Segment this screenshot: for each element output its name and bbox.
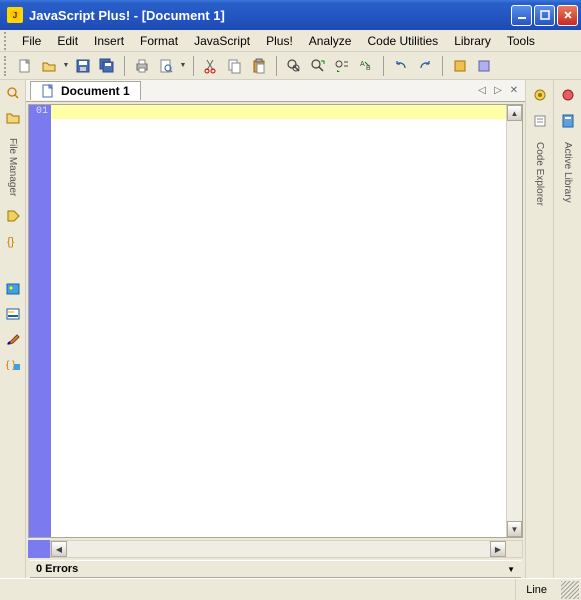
redo-button[interactable] [414, 55, 436, 77]
editor: 01 ▲ ▼ [28, 104, 523, 538]
left-tool-image-icon[interactable] [2, 278, 24, 300]
code-explorer-label[interactable]: Code Explorer [532, 140, 547, 208]
file-manager-label[interactable]: File Manager [5, 136, 20, 198]
document-icon [41, 84, 55, 98]
line-number: 01 [29, 106, 48, 117]
tab-label: Document 1 [61, 84, 130, 98]
tab-next-button[interactable]: ▷ [491, 84, 505, 98]
scroll-right-button[interactable]: ▶ [490, 541, 506, 557]
menu-library[interactable]: Library [446, 32, 499, 50]
left-tool-code-icon[interactable]: { } [2, 353, 24, 375]
editor-content[interactable] [51, 105, 506, 537]
scroll-left-button[interactable]: ◀ [51, 541, 67, 557]
left-tool-form-icon[interactable] [2, 303, 24, 325]
resize-grip[interactable] [561, 581, 579, 599]
minimize-button[interactable] [511, 5, 532, 26]
menu-tools[interactable]: Tools [499, 32, 543, 50]
statusbar: Line [0, 578, 581, 600]
tab-document-1[interactable]: Document 1 [30, 81, 141, 100]
menu-analyze[interactable]: Analyze [301, 32, 360, 50]
tool-button-2[interactable] [473, 55, 495, 77]
paste-button[interactable] [248, 55, 270, 77]
file-manager-icon[interactable] [2, 107, 24, 129]
cut-button[interactable] [200, 55, 222, 77]
new-file-button[interactable] [14, 55, 36, 77]
left-tool-braces-icon[interactable]: {} [2, 230, 24, 252]
errors-bar[interactable]: 0 Errors ▼ [30, 560, 521, 578]
current-line-highlight [51, 105, 506, 119]
find-next-button[interactable] [307, 55, 329, 77]
tab-prev-button[interactable]: ◁ [475, 84, 489, 98]
left-tool-brush-icon[interactable] [2, 328, 24, 350]
vertical-scrollbar[interactable]: ▲ ▼ [506, 105, 522, 537]
save-all-button[interactable] [96, 55, 118, 77]
replace-button[interactable] [331, 55, 353, 77]
close-button[interactable] [557, 5, 578, 26]
svg-text:A: A [360, 61, 365, 68]
code-explorer-icon-2[interactable] [529, 110, 551, 132]
errors-dropdown-icon[interactable]: ▼ [507, 565, 515, 574]
replace-all-button[interactable]: AB [355, 55, 377, 77]
active-library-label[interactable]: Active Library [560, 140, 575, 205]
scroll-track[interactable] [507, 121, 522, 521]
menu-edit[interactable]: Edit [49, 32, 86, 50]
toolbar-grip[interactable] [4, 56, 10, 76]
tab-close-button[interactable]: ✕ [507, 84, 521, 98]
active-library-icon-2[interactable] [557, 110, 579, 132]
scroll-up-button[interactable]: ▲ [507, 105, 522, 121]
preview-dropdown[interactable]: ▼ [179, 62, 187, 69]
undo-button[interactable] [390, 55, 412, 77]
window-titlebar: J JavaScript Plus! - [Document 1] [0, 0, 581, 30]
active-library-icon-1[interactable] [557, 84, 579, 106]
menu-plus[interactable]: Plus! [258, 32, 301, 50]
menu-insert[interactable]: Insert [86, 32, 132, 50]
right-sidebar-code-explorer: Code Explorer [525, 80, 553, 578]
menu-javascript[interactable]: JavaScript [186, 32, 258, 50]
left-sidebar: File Manager {} { } [0, 80, 26, 578]
svg-text:{}: {} [7, 236, 15, 248]
document-area: Document 1 ◁ ▷ ✕ 01 ▲ ▼ ◀ [26, 80, 525, 578]
scroll-down-button[interactable]: ▼ [507, 521, 522, 537]
copy-button[interactable] [224, 55, 246, 77]
open-file-button[interactable] [38, 55, 60, 77]
svg-text:J: J [13, 11, 17, 20]
tool-button-1[interactable] [449, 55, 471, 77]
app-icon: J [7, 7, 23, 23]
print-button[interactable] [131, 55, 153, 77]
menubar-grip[interactable] [4, 32, 10, 50]
right-sidebar-active-library: Active Library [553, 80, 581, 578]
hscroll-track[interactable] [67, 541, 490, 557]
left-tool-search-icon[interactable] [2, 82, 24, 104]
tab-strip: Document 1 ◁ ▷ ✕ [26, 80, 525, 102]
line-gutter: 01 [29, 105, 51, 537]
maximize-button[interactable] [534, 5, 555, 26]
menu-format[interactable]: Format [132, 32, 186, 50]
status-line: Line [515, 579, 557, 600]
gutter-corner [28, 540, 50, 558]
horizontal-scrollbar[interactable]: ◀ ▶ [50, 540, 523, 558]
open-dropdown[interactable]: ▼ [62, 62, 70, 69]
main-area: File Manager {} { } Document 1 ◁ ▷ ✕ 01 [0, 80, 581, 578]
find-button[interactable] [283, 55, 305, 77]
menubar: File Edit Insert Format JavaScript Plus!… [0, 30, 581, 52]
scroll-corner [506, 541, 522, 557]
print-preview-button[interactable] [155, 55, 177, 77]
menu-file[interactable]: File [14, 32, 49, 50]
errors-label: 0 Errors [36, 563, 78, 575]
menu-code-utilities[interactable]: Code Utilities [359, 32, 446, 50]
toolbar: ▼ ▼ AB [0, 52, 581, 80]
window-title: JavaScript Plus! - [Document 1] [27, 8, 511, 23]
save-button[interactable] [72, 55, 94, 77]
left-tool-tag-icon[interactable] [2, 205, 24, 227]
code-explorer-icon-1[interactable] [529, 84, 551, 106]
